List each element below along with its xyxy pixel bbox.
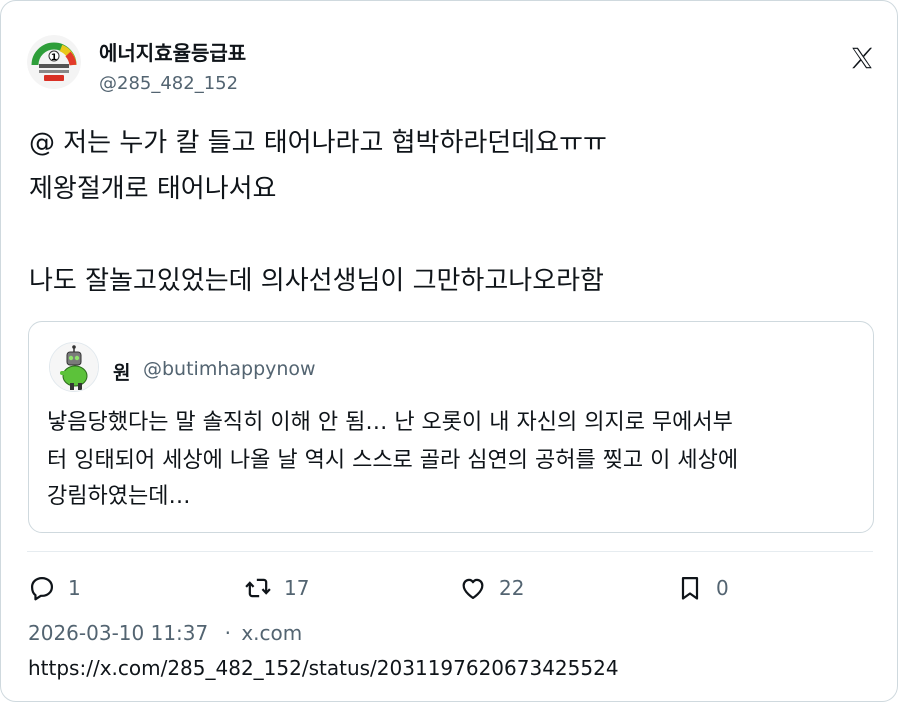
tweet-meta: 2026-03-10 11:37 · x.com <box>28 621 302 645</box>
divider <box>27 551 873 552</box>
energy-label-icon: 1 <box>27 35 81 89</box>
post-line-1: @ 저는 누가 칼 들고 태어나라고 협박하라던데요ㅠㅠ <box>29 128 607 158</box>
timestamp[interactable]: 2026-03-10 11:37 <box>28 621 208 645</box>
account-name[interactable]: 에너지효율등급표 <box>99 37 246 66</box>
source-link[interactable]: x.com <box>241 621 302 645</box>
bookmark-button[interactable]: 0 <box>676 571 729 605</box>
status-url[interactable]: https://x.com/285_482_152/status/2031197… <box>28 656 619 680</box>
repost-count: 17 <box>284 576 310 600</box>
reply-count: 1 <box>68 576 81 600</box>
tweet-card: 1 에너지효율등급표 @285_482_152 @ 저는 누가 칼 들고 태어나… <box>0 0 898 702</box>
post-line-2: 제왕절개로 태어나서요 <box>29 174 277 204</box>
tweet-header: 1 에너지효율등급표 @285_482_152 <box>27 35 873 95</box>
quoted-name[interactable]: 원 <box>113 358 130 385</box>
heart-icon <box>462 578 484 600</box>
reply-icon <box>30 576 54 601</box>
bookmark-icon <box>681 576 699 600</box>
account-avatar[interactable]: 1 <box>27 35 81 89</box>
quoted-handle[interactable]: @butimhappynow <box>143 358 316 380</box>
robot-avatar-icon <box>50 343 98 391</box>
repost-button[interactable]: 17 <box>244 571 309 605</box>
quoted-line-2: 터 잉태되어 세상에 나올 날 역시 스스로 골라 심연의 공허를 찢고 이 세… <box>47 448 739 473</box>
repost-icon <box>245 578 271 598</box>
quoted-avatar[interactable] <box>49 342 99 392</box>
reply-button[interactable]: 1 <box>28 571 81 605</box>
account-handle[interactable]: @285_482_152 <box>99 73 238 94</box>
quoted-line-3: 강림하였는데… <box>47 484 191 509</box>
meta-separator: · <box>224 621 231 645</box>
grade-number: 1 <box>51 53 57 63</box>
like-button[interactable]: 22 <box>459 571 524 605</box>
quoted-tweet[interactable]: 원 @butimhappynow 낳음당했다는 말 솔직히 이해 안 됨… 난 … <box>28 321 874 533</box>
x-logo-icon[interactable] <box>849 45 875 71</box>
bookmark-count: 0 <box>716 576 729 600</box>
post-line-3: 나도 잘놀고있었는데 의사선생님이 그만하고나오라함 <box>29 266 604 296</box>
like-count: 22 <box>499 576 525 600</box>
quoted-line-1: 낳음당했다는 말 솔직히 이해 안 됨… 난 오롯이 내 자신의 의지로 무에서… <box>47 410 733 435</box>
